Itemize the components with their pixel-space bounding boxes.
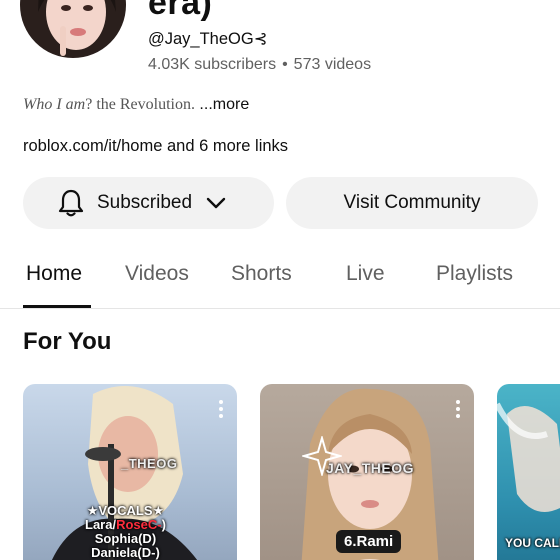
channel-tabs: Home Videos Shorts Live Playlists	[0, 250, 560, 309]
more-vert-icon[interactable]	[219, 400, 223, 418]
video-card[interactable]: JAY_THEOG 6.Rami	[260, 384, 474, 560]
vocals-line-3: Daniela(D-)	[91, 545, 160, 560]
vocals-line-1: Lara/RoseC-)	[85, 517, 166, 532]
visit-community-button[interactable]: Visit Community	[286, 177, 538, 229]
tab-home[interactable]: Home	[26, 262, 82, 286]
card-watermark: _THEOG	[121, 456, 178, 471]
video-card[interactable]: YOU CALL	[497, 384, 560, 560]
thumbnail-image	[497, 402, 560, 512]
handle-suffix: ⊰	[253, 30, 268, 48]
video-card[interactable]: _THEOG ★VOCALS★ Lara/RoseC-) Sophia(D) D…	[23, 384, 237, 560]
separator-dot: •	[282, 56, 288, 73]
chevron-down-icon	[206, 196, 226, 210]
active-tab-indicator	[23, 305, 91, 308]
channel-title: era)	[148, 0, 213, 22]
avatar-image	[20, 0, 126, 58]
card-overlay-text: ★VOCALS★ Lara/RoseC-) Sophia(D) Daniela(…	[85, 504, 166, 560]
tab-shorts[interactable]: Shorts	[231, 262, 292, 286]
subscribed-label: Subscribed	[97, 192, 193, 213]
channel-handle: @Jay_TheOG⊰	[148, 29, 268, 49]
section-title: For You	[23, 328, 112, 355]
channel-description[interactable]: Who I am? the Revolution. ...more	[23, 96, 249, 114]
channel-stats: 4.03K subscribers • 573 videos	[148, 56, 371, 74]
description-rest: ? the Revolution.	[85, 96, 195, 113]
more-link[interactable]: ...more	[195, 96, 249, 113]
handle-text: @Jay_TheOG	[148, 30, 254, 48]
description-italic: Who I am	[23, 96, 86, 113]
more-vert-icon[interactable]	[456, 400, 460, 418]
channel-avatar[interactable]	[20, 0, 126, 58]
card-caption: YOU CALL	[505, 536, 560, 550]
video-count: 573 videos	[293, 56, 372, 73]
card-watermark: JAY_THEOG	[326, 460, 415, 476]
description-text: Who I am? the Revolution.	[23, 96, 195, 113]
tab-live[interactable]: Live	[346, 262, 385, 286]
channel-links[interactable]: roblox.com/it/home and 6 more links	[23, 137, 288, 156]
vocals-heading: ★VOCALS★	[86, 503, 165, 518]
tab-playlists[interactable]: Playlists	[436, 262, 513, 286]
bell-icon	[57, 188, 85, 218]
subscribed-button[interactable]: Subscribed	[23, 177, 274, 229]
card-badge: 6.Rami	[336, 530, 402, 553]
tab-videos[interactable]: Videos	[125, 262, 189, 286]
vocals-line-2: Sophia(D)	[94, 531, 157, 546]
subscriber-count: 4.03K subscribers	[148, 56, 277, 73]
channel-page: era) @Jay_TheOG⊰ 4.03K subscribers • 573 v…	[0, 0, 560, 560]
